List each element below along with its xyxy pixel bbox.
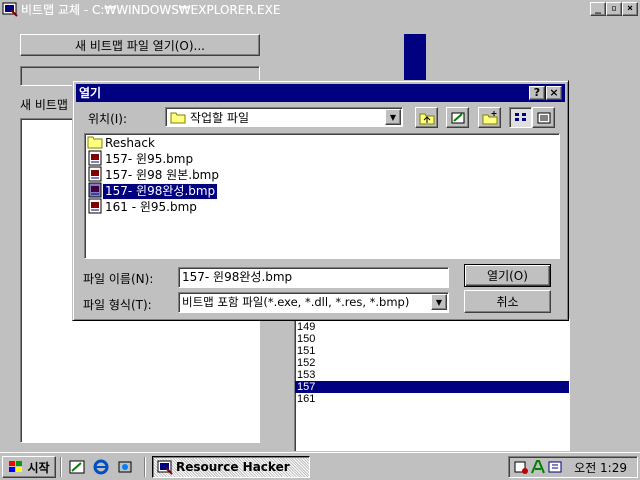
current-bitmap-preview	[404, 34, 426, 84]
new-folder-button[interactable]	[478, 107, 501, 128]
start-button[interactable]: 시작	[2, 456, 56, 478]
system-tray: 오전 1:29	[508, 456, 638, 478]
dialog-titlebar[interactable]: 열기 ? ×	[76, 84, 565, 102]
file-list[interactable]: Reshack 157- 윈95.bmp 157- 윈98 원본.bmp 157…	[84, 133, 560, 259]
filename-input[interactable]: 157- 윈98완성.bmp	[178, 267, 449, 288]
desktop-button[interactable]	[446, 107, 469, 128]
quicklaunch-separator	[144, 457, 146, 477]
dialog-close-button[interactable]: ×	[546, 86, 562, 100]
maximize-button[interactable]: ▫	[606, 2, 622, 16]
list-item[interactable]: 150	[295, 333, 569, 345]
minimize-button[interactable]: _	[590, 2, 606, 16]
cancel-button[interactable]: 취소	[464, 290, 551, 313]
dialog-title: 열기	[79, 86, 102, 100]
list-item[interactable]: 153	[295, 369, 569, 381]
list-item[interactable]: 157- 윈98 원본.bmp	[87, 166, 221, 183]
filename-label: 파일 이름(N):	[83, 272, 154, 286]
location-dropdown[interactable]: 작업할 파일 ▼	[165, 107, 403, 127]
list-item[interactable]: 152	[295, 357, 569, 369]
open-new-bitmap-button[interactable]: 새 비트맵 파일 열기(O)...	[20, 34, 260, 56]
open-button[interactable]: 열기(O)	[464, 264, 551, 287]
list-item[interactable]: 161 - 윈95.bmp	[87, 198, 199, 217]
main-window-titlebar[interactable]: 비트맵 교체 - C:₩WINDOWS₩EXPLORER.EXE _ ▫ ×	[0, 0, 640, 18]
list-view-button[interactable]	[509, 107, 532, 128]
file-name: Reshack	[105, 135, 155, 150]
filetype-dropdown[interactable]: 비트맵 포함 파일(*.exe, *.dll, *.res, *.bmp) ▼	[178, 292, 449, 313]
open-button-label: 열기(O)	[487, 269, 528, 283]
list-item-selected[interactable]: 157- 윈98완성.bmp	[87, 182, 219, 200]
internet-explorer-icon[interactable]	[92, 458, 110, 476]
ime-icon[interactable]	[530, 459, 546, 475]
close-button[interactable]: ×	[622, 2, 638, 16]
file-name: 157- 윈95.bmp	[105, 151, 194, 166]
up-one-level-button[interactable]	[415, 107, 438, 128]
taskbar-button-label: Resource Hacker	[176, 460, 290, 474]
file-name: 157- 윈98 원본.bmp	[105, 167, 219, 182]
windows-logo-icon	[8, 460, 24, 474]
filetype-value: 비트맵 포함 파일(*.exe, *.dll, *.res, *.bmp)	[182, 295, 410, 309]
new-bitmap-label: 새 비트맵	[20, 98, 68, 112]
channels-icon[interactable]	[116, 458, 134, 476]
chevron-down-icon[interactable]: ▼	[385, 109, 401, 125]
show-desktop-icon[interactable]	[68, 458, 86, 476]
clock[interactable]: 오전 1:29	[574, 459, 627, 476]
list-item[interactable]: 149	[295, 321, 569, 333]
location-label: 위치(I):	[88, 112, 128, 126]
chevron-down-icon[interactable]: ▼	[431, 294, 447, 310]
resource-hacker-app-icon[interactable]	[2, 1, 18, 17]
file-name: 161 - 윈95.bmp	[105, 199, 197, 214]
list-item[interactable]: 157- 윈95.bmp	[87, 150, 195, 167]
help-button[interactable]: ?	[529, 86, 545, 100]
cancel-button-label: 취소	[496, 295, 519, 309]
open-new-bitmap-label: 새 비트맵 파일 열기(O)...	[74, 38, 206, 53]
file-name: 157- 윈98완성.bmp	[101, 182, 219, 200]
filetype-label: 파일 형식(T):	[83, 298, 152, 312]
list-item[interactable]: 151	[295, 345, 569, 357]
taskbar: 시작 Resource Hacker 오전 1:29	[0, 452, 640, 480]
language-icon[interactable]	[547, 459, 563, 475]
list-item[interactable]: 161	[295, 393, 569, 405]
list-item-selected[interactable]: 157	[295, 381, 569, 393]
folder-icon	[170, 111, 186, 124]
taskbar-button-resource-hacker[interactable]: Resource Hacker	[152, 456, 310, 478]
details-view-button[interactable]	[532, 107, 555, 128]
volume-icon[interactable]	[513, 459, 529, 475]
main-window-title: 비트맵 교체 - C:₩WINDOWS₩EXPLORER.EXE	[21, 2, 281, 17]
resource-id-list[interactable]: 149 150 151 152 153 157 161	[294, 318, 570, 456]
quicklaunch-separator	[60, 457, 62, 477]
bitmap-file-icon	[87, 198, 103, 217]
start-label: 시작	[27, 460, 50, 475]
resource-hacker-app-icon	[157, 459, 173, 475]
location-value: 작업할 파일	[190, 110, 250, 125]
open-file-dialog: 열기 ? × 위치(I): 작업할 파일 ▼ Reshack 157- 윈95.…	[72, 80, 569, 321]
